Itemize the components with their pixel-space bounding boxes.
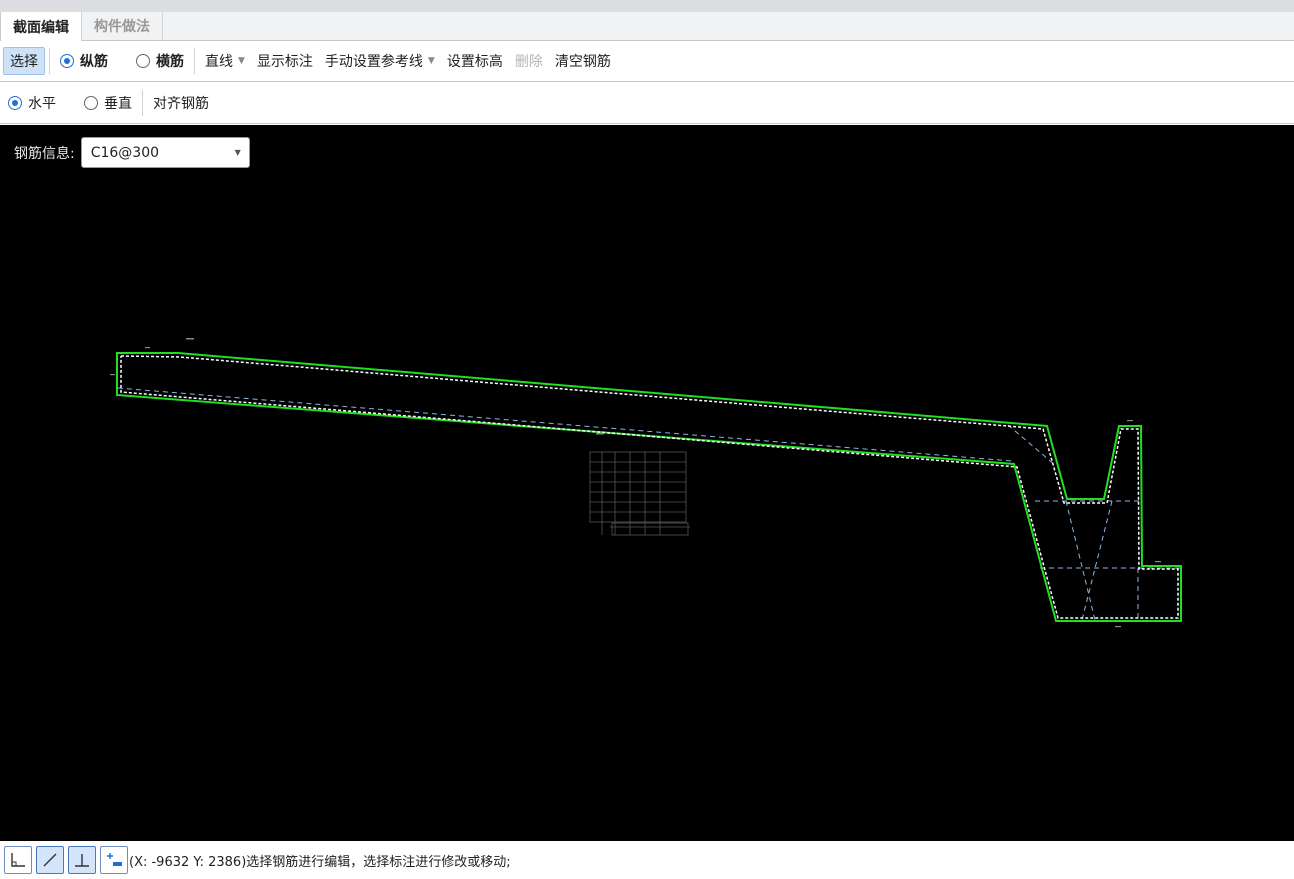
select-button[interactable]: 选择 xyxy=(3,47,45,75)
overlapping-labels xyxy=(589,451,690,536)
manual-ref-line-label: 手动设置参考线 xyxy=(324,54,423,70)
rebar-info: 钢筋信息: C16@300 ▼ xyxy=(14,137,250,168)
dimension-marks xyxy=(110,338,1161,628)
status-coordinates-text: (X: -9632 Y: 2386)选择钢筋进行编辑，选择标注进行修改或移动; xyxy=(129,854,511,870)
dim-tick xyxy=(145,347,150,349)
label-cluster-box xyxy=(611,522,689,536)
line-mode-dropdown[interactable]: 直线 ▼ xyxy=(199,47,251,75)
ref-line xyxy=(1081,500,1113,621)
line-mode-label: 直线 xyxy=(205,54,233,70)
horizontal-radio[interactable]: 水平 xyxy=(2,89,62,117)
toolbar-divider xyxy=(142,90,143,116)
window-top-strip xyxy=(0,0,1294,12)
caret-down-icon: ▼ xyxy=(427,56,435,66)
add-point-icon[interactable] xyxy=(100,846,128,874)
tab-bar: 截面编辑 构件做法 xyxy=(0,12,1294,41)
dim-tick xyxy=(110,374,115,376)
transverse-radio[interactable]: 横筋 xyxy=(130,47,190,75)
vertical-radio[interactable]: 垂直 xyxy=(78,89,138,117)
tab-component-method[interactable]: 构件做法 xyxy=(82,12,163,40)
horizontal-label: 水平 xyxy=(28,96,56,112)
toolbar-divider xyxy=(194,48,195,74)
transverse-label: 横筋 xyxy=(156,54,184,70)
dim-tick xyxy=(1155,561,1161,563)
delete-button[interactable]: 删除 xyxy=(509,47,549,75)
rebar-info-select[interactable]: C16@300 ▼ xyxy=(80,137,250,168)
clear-rebar-button[interactable]: 清空钢筋 xyxy=(549,47,617,75)
manual-ref-line-dropdown[interactable]: 手动设置参考线 ▼ xyxy=(319,47,441,75)
toolbar-divider xyxy=(49,48,50,74)
dim-tick xyxy=(596,433,604,435)
perpendicular-icon[interactable] xyxy=(68,846,96,874)
section-outline[interactable] xyxy=(116,352,1182,622)
status-bar: (X: -9632 Y: 2386)选择钢筋进行编辑，选择标注进行修改或移动; xyxy=(0,841,1294,879)
label-cluster-box xyxy=(589,451,687,523)
show-dimensions-button[interactable]: 显示标注 xyxy=(251,47,319,75)
chevron-down-icon: ▼ xyxy=(234,148,241,157)
radio-unchecked-icon xyxy=(84,96,98,110)
dim-tick xyxy=(1127,420,1133,422)
radio-checked-icon xyxy=(8,96,22,110)
drawing-canvas[interactable]: 钢筋信息: C16@300 ▼ xyxy=(0,125,1294,841)
orthogonal-icon[interactable] xyxy=(4,846,32,874)
section-drawing xyxy=(110,338,1182,628)
radio-unchecked-icon xyxy=(136,54,150,68)
longitudinal-label: 纵筋 xyxy=(80,54,108,70)
tab-section-edit[interactable]: 截面编辑 xyxy=(0,12,82,41)
vertical-label: 垂直 xyxy=(104,96,132,112)
ref-line xyxy=(117,387,1013,462)
radio-checked-icon xyxy=(60,54,74,68)
dim-tick xyxy=(186,338,194,340)
ref-line xyxy=(1065,500,1096,621)
toolbar-main: 选择 纵筋 横筋 直线 ▼ 显示标注 手动设置参考线 ▼ 设置标高 删除 清空钢… xyxy=(0,41,1294,82)
caret-down-icon: ▼ xyxy=(238,56,245,66)
toolbar-secondary: 水平 垂直 对齐钢筋 xyxy=(0,83,1294,124)
set-elevation-button[interactable]: 设置标高 xyxy=(441,47,509,75)
rebar-info-value: C16@300 xyxy=(90,144,160,161)
dim-tick xyxy=(1115,626,1121,628)
longitudinal-radio[interactable]: 纵筋 xyxy=(54,47,114,75)
rebar-info-label: 钢筋信息: xyxy=(14,145,75,162)
line-angle-icon[interactable] xyxy=(36,846,64,874)
align-rebar-button[interactable]: 对齐钢筋 xyxy=(147,89,215,117)
